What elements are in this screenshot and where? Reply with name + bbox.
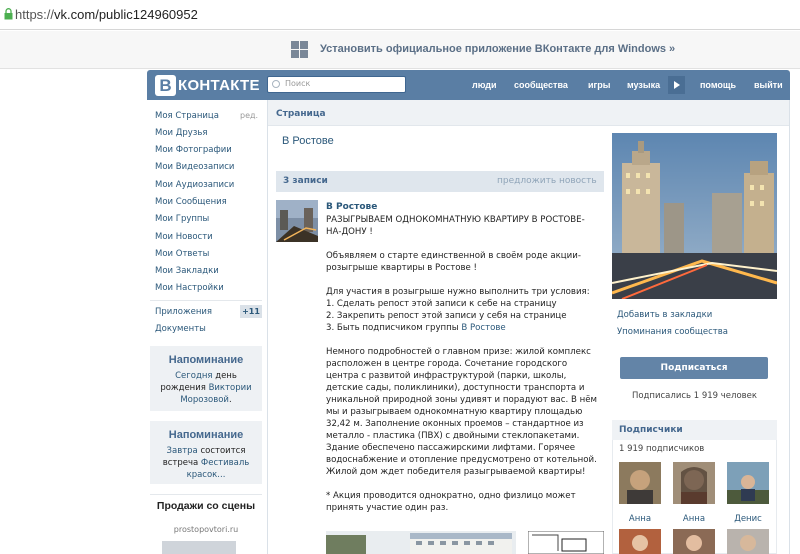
- breadcrumb-bar: [268, 100, 789, 126]
- post-author-avatar[interactable]: [276, 200, 318, 242]
- post-paragraph: Немного подробностей о главном призе: жи…: [326, 347, 598, 477]
- reminder-title: Напоминание: [168, 354, 244, 366]
- nav-people[interactable]: люди: [472, 80, 497, 90]
- subscriber-avatar[interactable]: [619, 529, 661, 554]
- vk-logo-text: КОНТАКТЕ: [178, 76, 260, 94]
- edit-menu-link[interactable]: ред.: [240, 111, 258, 120]
- menu-videos[interactable]: Мои Видеозаписи: [155, 162, 234, 172]
- windows-logo-icon: [291, 41, 309, 59]
- play-icon[interactable]: [668, 76, 685, 94]
- menu-friends[interactable]: Мои Друзья: [155, 128, 207, 138]
- community-cover-photo[interactable]: [612, 133, 777, 299]
- url-text[interactable]: https://vk.com/public124960952: [15, 7, 198, 22]
- post-paragraph: Объявляем о старте единственной в своём …: [326, 251, 581, 273]
- subscribers-title[interactable]: Подписчики: [619, 425, 683, 435]
- post-headline: РАЗЫГРЫВАЕМ ОДНОКОМНАТНУЮ КВАРТИРУ В РОС…: [326, 215, 585, 237]
- post-condition: 2. Закрепить репост этой записи у себя н…: [326, 311, 567, 321]
- reminder-text-part: рождения: [160, 383, 209, 393]
- menu-documents[interactable]: Документы: [155, 324, 206, 334]
- apps-badge[interactable]: +11: [240, 305, 262, 318]
- post-conditions: Для участия в розыгрыше нужно выполнить …: [326, 286, 598, 334]
- wall-post-count[interactable]: 3 записи: [283, 176, 328, 186]
- app-install-link[interactable]: Установить официальное приложение ВКонта…: [320, 43, 675, 55]
- nav-games[interactable]: игры: [588, 80, 610, 90]
- reminder-text-part: состоится: [197, 446, 246, 456]
- nav-help[interactable]: помощь: [700, 80, 736, 90]
- subscribed-count[interactable]: Подписались 1 919 человек: [612, 391, 777, 401]
- post-text: РАЗЫГРЫВАЕМ ОДНОКОМНАТНУЮ КВАРТИРУ В РОС…: [326, 214, 598, 526]
- post-condition: 1. Сделать репост этой записи к себе на …: [326, 299, 557, 309]
- post-condition: 3. Быть подписчиком группы: [326, 323, 462, 333]
- post-author[interactable]: В Ростове: [326, 202, 377, 212]
- subscribe-button[interactable]: Подписаться: [620, 357, 768, 379]
- ad-site[interactable]: prostopovtori.ru: [150, 525, 262, 534]
- subscriber-avatar[interactable]: [727, 529, 769, 554]
- reminder-event-link[interactable]: Фестиваль: [201, 458, 249, 468]
- reminder-today-link[interactable]: Сегодня: [175, 371, 212, 381]
- post-photo[interactable]: [326, 531, 516, 554]
- ad-image[interactable]: [162, 541, 236, 554]
- page-title: В Ростове: [282, 135, 334, 147]
- subscribers-count: 1 919 подписчиков: [619, 444, 705, 454]
- lock-icon: [4, 8, 13, 20]
- menu-audio[interactable]: Мои Аудиозаписи: [155, 180, 234, 190]
- menu-divider: [150, 300, 262, 301]
- menu-settings[interactable]: Мои Настройки: [155, 283, 224, 293]
- nav-music[interactable]: музыка: [627, 80, 660, 90]
- suggest-news-link[interactable]: предложить новость: [497, 176, 597, 186]
- reminder-text: Завтра состоится встреча Фестиваль красо…: [150, 445, 262, 481]
- subscriber-name[interactable]: Анна: [619, 514, 661, 524]
- community-mentions-link[interactable]: Упоминания сообщества: [617, 327, 728, 337]
- reminder-tomorrow-link[interactable]: Завтра: [167, 446, 198, 456]
- group-link[interactable]: В Ростове: [461, 323, 505, 333]
- reminder-text-part: .: [228, 395, 232, 405]
- menu-photos[interactable]: Мои Фотографии: [155, 145, 232, 155]
- nav-logout[interactable]: выйти: [754, 80, 783, 90]
- url-scheme: https://: [15, 7, 55, 22]
- subscriber-avatar[interactable]: [673, 529, 715, 554]
- menu-messages[interactable]: Мои Сообщения: [155, 197, 227, 207]
- subscriber-name[interactable]: Денис: [727, 514, 769, 524]
- menu-answers[interactable]: Мои Ответы: [155, 249, 209, 259]
- subscriber-avatar[interactable]: [673, 462, 715, 504]
- vk-logo-letter: В: [155, 74, 176, 96]
- menu-my-page[interactable]: Моя Страница: [155, 111, 219, 121]
- reminder-text: Сегодня день рождения Виктории Морозовой…: [150, 370, 262, 406]
- reminder-person-link[interactable]: Виктории: [209, 383, 252, 393]
- search-icon: [272, 80, 280, 88]
- post-conditions-intro: Для участия в розыгрыше нужно выполнить …: [326, 287, 590, 297]
- reminder-text-part: встреча: [162, 458, 201, 468]
- menu-groups[interactable]: Мои Группы: [155, 214, 209, 224]
- menu-bookmarks[interactable]: Мои Закладки: [155, 266, 219, 276]
- reminder-event: Напоминание Завтра состоится встреча Фес…: [150, 421, 262, 484]
- subscriber-avatar[interactable]: [619, 462, 661, 504]
- reminder-birthday: Напоминание Сегодня день рождения Виктор…: [150, 346, 262, 411]
- menu-news[interactable]: Мои Новости: [155, 232, 213, 242]
- url-host-path: vk.com/public124960952: [54, 7, 198, 22]
- ad-title[interactable]: Продажи со сцены: [150, 500, 262, 513]
- add-bookmark-link[interactable]: Добавить в закладки: [617, 310, 712, 320]
- reminder-event-link[interactable]: красок...: [187, 470, 226, 480]
- reminder-text-part: день: [212, 371, 237, 381]
- post-paragraph: * Акция проводится однократно, одно физл…: [326, 491, 576, 513]
- nav-communities[interactable]: сообщества: [514, 80, 568, 90]
- subscriber-name[interactable]: Анна: [673, 514, 715, 524]
- menu-apps[interactable]: Приложения: [155, 307, 212, 317]
- subscriber-avatar[interactable]: [727, 462, 769, 504]
- reminder-person-link[interactable]: Морозовой: [180, 395, 229, 405]
- post-floor-plan[interactable]: [528, 531, 604, 554]
- search-placeholder: Поиск: [285, 79, 311, 88]
- vk-logo[interactable]: В КОНТАКТЕ: [155, 73, 260, 97]
- reminder-title: Напоминание: [168, 429, 244, 441]
- breadcrumb[interactable]: Страница: [276, 109, 326, 119]
- ad-divider: [150, 494, 262, 495]
